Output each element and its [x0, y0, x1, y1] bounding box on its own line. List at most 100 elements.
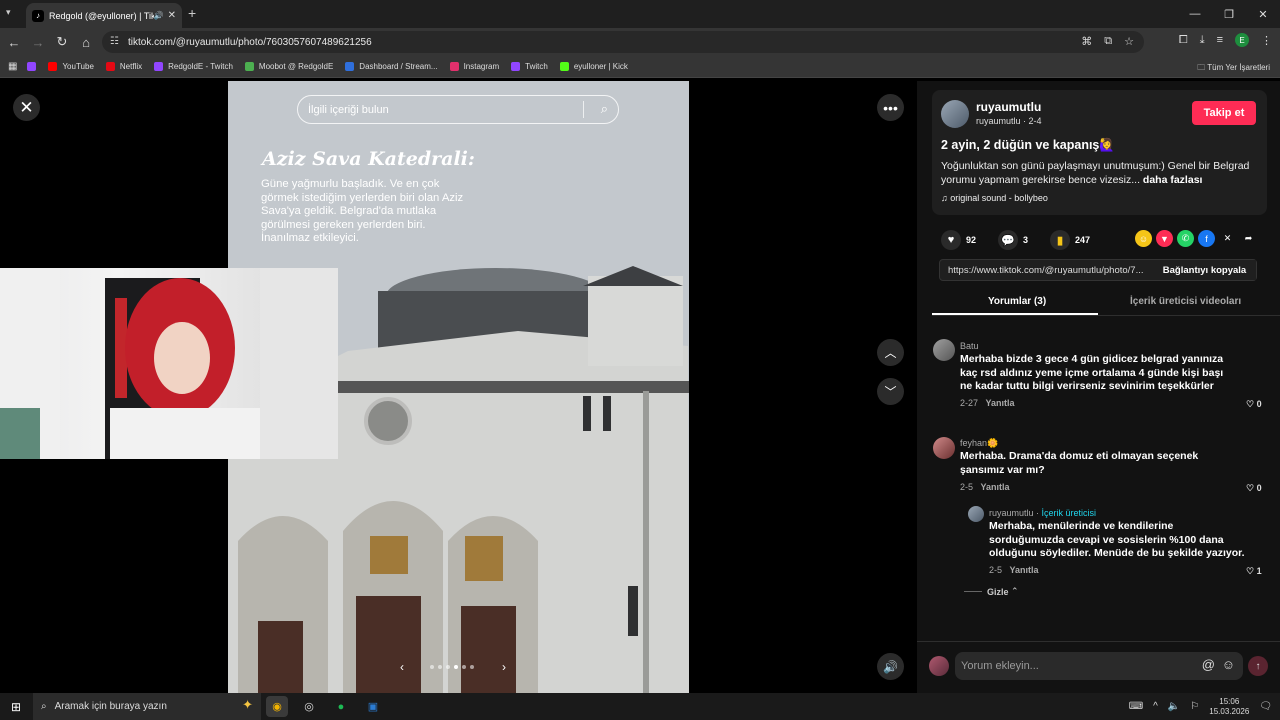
chrome-icon[interactable]: ◉ — [266, 696, 288, 717]
forward-button[interactable]: → — [26, 35, 50, 50]
next-post-button[interactable]: ﹀ — [877, 378, 904, 405]
window-controls: — ❐ ✕ — [1178, 0, 1280, 28]
app-icon[interactable]: ▣ — [362, 696, 384, 717]
bookmark-item[interactable]: Dashboard / Stream... — [345, 62, 438, 71]
send-comment-button[interactable]: ↑ — [1248, 656, 1268, 676]
translate-icon[interactable]: ⌘ — [1081, 35, 1092, 48]
close-window-button[interactable]: ✕ — [1246, 0, 1280, 28]
embed-icon[interactable]: ☺ — [1135, 230, 1152, 247]
comment-author[interactable]: feyhan🌼 — [960, 438, 998, 449]
volume-icon[interactable]: 🔈 — [1168, 701, 1180, 712]
tab-creator-videos[interactable]: İçerik üreticisi videoları — [1130, 296, 1241, 307]
home-button[interactable]: ⌂ — [74, 35, 98, 50]
mention-icon[interactable]: @ — [1202, 657, 1215, 672]
comment-like[interactable]: ♡ 0 — [1246, 399, 1262, 410]
restore-button[interactable]: ❐ — [1212, 0, 1246, 28]
save-stat[interactable]: ▮ 247 — [1050, 230, 1090, 250]
copy-link-button[interactable]: Bağlantıyı kopyala — [1153, 260, 1256, 280]
comment-like[interactable]: ♡ 0 — [1246, 483, 1262, 494]
webcam-overlay — [0, 268, 338, 459]
hide-replies-button[interactable]: Gizle ⌃ — [964, 586, 1019, 597]
sound-info[interactable]: ♫ original sound - bollybeo — [941, 193, 1048, 203]
all-bookmarks[interactable]: 🗀 Tüm Yer İşaretleri — [1197, 62, 1270, 76]
bookmark-star-icon[interactable]: ☆ — [1124, 35, 1134, 48]
back-button[interactable]: ← — [2, 35, 26, 50]
address-bar[interactable]: ☷ tiktok.com/@ruyaumutlu/photo/760305760… — [102, 31, 1144, 53]
emoji-icon[interactable]: ☺ — [1222, 657, 1235, 672]
whatsapp-icon[interactable]: ✆ — [1177, 230, 1194, 247]
menu-kebab-icon[interactable]: ⋮ — [1261, 34, 1272, 47]
reply-like[interactable]: ♡ 1 — [1246, 566, 1262, 577]
show-hidden-icon[interactable]: ^ — [1153, 701, 1158, 712]
site-info-icon[interactable]: ☷ — [110, 36, 119, 47]
new-tab-button[interactable]: + — [188, 5, 196, 21]
reply-link[interactable]: Yanıtla — [1010, 565, 1039, 575]
author-username[interactable]: ruyaumutlu — [976, 100, 1041, 114]
profile-avatar[interactable]: E — [1235, 33, 1249, 47]
bookmark-item[interactable]: Moobot @ RedgoldE — [244, 62, 333, 71]
speaker-icon[interactable]: 🔊 — [154, 11, 164, 20]
carousel-dot[interactable] — [462, 665, 466, 669]
bookmark-item[interactable]: YouTube — [48, 62, 94, 71]
install-icon[interactable]: ⧉ — [1104, 35, 1112, 48]
author-avatar[interactable] — [941, 100, 969, 128]
volume-button[interactable]: 🔊 — [877, 653, 904, 680]
reply-link[interactable]: Yanıtla — [986, 398, 1015, 408]
creator-badge: İçerik üreticisi — [1041, 508, 1097, 518]
minimize-button[interactable]: — — [1178, 0, 1212, 28]
related-search-input[interactable]: İlgili içeriği bulun ⌕ — [297, 95, 619, 124]
x-icon[interactable]: ✕ — [1219, 230, 1236, 247]
carousel-dot[interactable] — [438, 665, 442, 669]
carousel-dot[interactable] — [454, 665, 458, 669]
media-icon[interactable]: ≡ — [1217, 34, 1223, 46]
previous-post-button[interactable]: ︿ — [877, 339, 904, 366]
send-icon[interactable]: ▼ — [1156, 230, 1173, 247]
carousel-next-icon[interactable]: › — [502, 660, 506, 674]
commenter-avatar[interactable] — [933, 437, 955, 459]
like-stat[interactable]: ♥ 92 — [941, 230, 976, 250]
search-divider — [583, 101, 584, 118]
follow-button[interactable]: Takip et — [1192, 101, 1256, 125]
carousel-dot[interactable] — [430, 665, 434, 669]
tab-comments[interactable]: Yorumlar (3) — [988, 296, 1046, 307]
browser-tab[interactable]: ♪ Redgold (@eyulloner) | Tik 🔊 ✕ — [26, 3, 182, 28]
bookmark-twitch-icon[interactable] — [27, 62, 37, 71]
reply-link[interactable]: Yanıtla — [981, 482, 1010, 492]
comment-input[interactable]: Yorum ekleyin... @ ☺ — [955, 652, 1243, 680]
keyboard-icon[interactable]: ⌨ — [1129, 701, 1143, 712]
comment-author[interactable]: Batu — [960, 341, 979, 351]
close-viewer-button[interactable]: ✕ — [13, 94, 40, 121]
more-options-button[interactable]: ••• — [877, 94, 904, 121]
download-icon[interactable]: ⤓ — [1200, 34, 1205, 47]
reply-author-avatar[interactable] — [968, 506, 984, 522]
share-arrow-icon[interactable]: ➦ — [1240, 230, 1257, 247]
close-tab-icon[interactable]: ✕ — [168, 10, 176, 21]
notification-icon[interactable]: 🗨 — [1259, 701, 1272, 712]
facebook-icon[interactable]: f — [1198, 230, 1215, 247]
windows-start-icon[interactable]: ⊞ — [0, 700, 32, 714]
tab-search-icon[interactable]: ▾ — [6, 7, 11, 18]
bookmark-item[interactable]: eyulloner | Kick — [559, 62, 628, 71]
carousel-dot[interactable] — [446, 665, 450, 669]
network-icon[interactable]: ⚐ — [1190, 701, 1199, 712]
clock[interactable]: 15:06 15.03.2026 — [1209, 697, 1249, 717]
taskbar-search[interactable]: ⌕ Aramak için buraya yazın ✦ — [33, 693, 261, 720]
apps-grid-icon[interactable]: ▦ — [8, 61, 17, 72]
read-more-link[interactable]: daha fazlası — [1143, 174, 1203, 186]
comment-tabs: Yorumlar (3) İçerik üreticisi videoları — [932, 289, 1280, 316]
carousel-prev-icon[interactable]: ‹ — [400, 660, 404, 674]
search-icon[interactable]: ⌕ — [601, 101, 608, 117]
commenter-avatar[interactable] — [933, 339, 955, 361]
bookmark-item[interactable]: Netflix — [105, 62, 142, 71]
spotify-icon[interactable]: ● — [330, 696, 352, 717]
bookmark-item[interactable]: Twitch — [511, 62, 548, 71]
comment-stat[interactable]: 💬 3 — [998, 230, 1028, 250]
system-tray: ⌨ ^ 🔈 ⚐ 15:06 15.03.2026 🗨 — [1129, 693, 1280, 720]
obs-icon[interactable]: ◎ — [298, 696, 320, 717]
reload-button[interactable]: ↻ — [50, 34, 74, 50]
bookmark-item[interactable]: RedgoldE - Twitch — [154, 62, 233, 71]
bookmark-item[interactable]: Instagram — [449, 62, 499, 71]
extensions-icon[interactable]: ⧠ — [1179, 34, 1188, 47]
carousel-dot[interactable] — [470, 665, 474, 669]
reply-author-name[interactable]: ruyaumutlu — [989, 508, 1034, 518]
